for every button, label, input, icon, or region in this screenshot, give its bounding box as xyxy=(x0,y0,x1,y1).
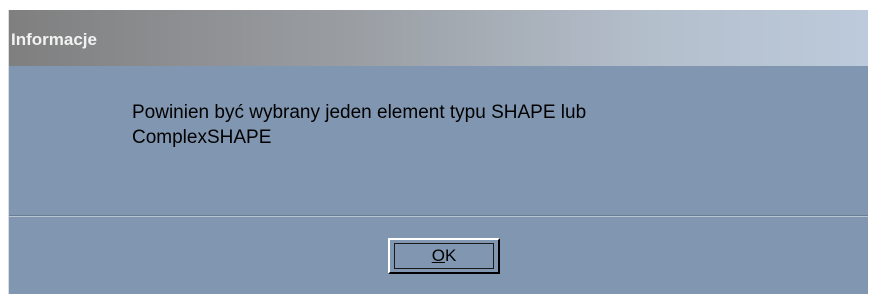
dialog-title-bar[interactable]: Informacje xyxy=(9,10,868,66)
message-line-2: ComplexSHAPE xyxy=(132,127,272,148)
ok-button-mnemonic: O xyxy=(431,246,445,265)
dialog-message: Powinien być wybrany jeden element typu … xyxy=(132,100,772,150)
ok-button-label-rest: K xyxy=(444,246,457,265)
dialog-title: Informacje xyxy=(11,30,97,49)
message-line-1: Powinien być wybrany jeden element typu … xyxy=(132,102,587,123)
information-dialog: Informacje Powinien być wybrany jeden el… xyxy=(8,10,868,294)
dialog-separator xyxy=(9,215,868,217)
ok-button-label: OK xyxy=(390,246,498,266)
ok-button[interactable]: OK xyxy=(388,238,500,274)
